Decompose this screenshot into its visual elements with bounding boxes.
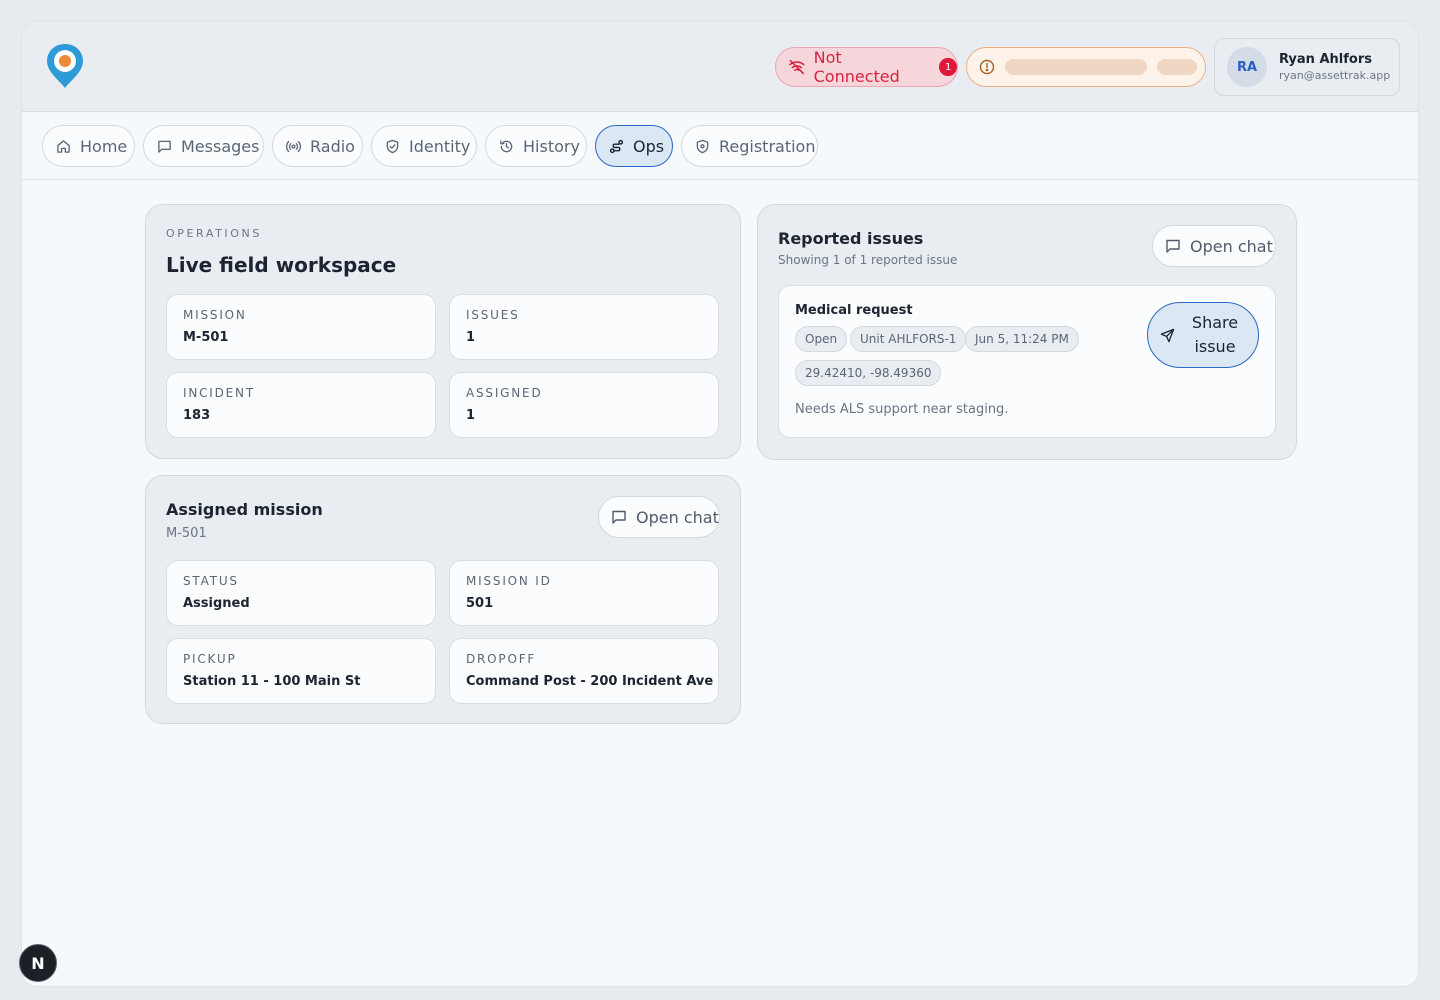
message-icon xyxy=(158,140,171,153)
stat-mission: MISSION M-501 xyxy=(166,294,436,360)
issues-open-chat-button[interactable]: Open chat xyxy=(1152,225,1276,267)
loading-skeleton-bar xyxy=(1005,59,1147,75)
message-icon xyxy=(612,510,626,524)
issue-title: Medical request xyxy=(795,303,913,318)
tab-messages[interactable]: Messages xyxy=(143,125,264,167)
stat-label: PICKUP xyxy=(183,652,237,666)
stat-mission-id: MISSION ID 501 xyxy=(449,560,719,626)
reported-issues-card: Reported issues Showing 1 of 1 reported … xyxy=(757,204,1297,460)
tab-history[interactable]: History xyxy=(485,125,587,167)
share-issue-label: Share issue xyxy=(1191,313,1239,356)
stat-label: STATUS xyxy=(183,574,239,588)
wifi-off-icon xyxy=(789,59,805,75)
tab-registration-label: Registration xyxy=(719,136,816,156)
shield-check-icon xyxy=(386,139,399,153)
route-icon xyxy=(609,139,624,153)
connection-status-badge[interactable]: Not Connected 1 xyxy=(775,47,958,87)
home-icon xyxy=(57,139,70,153)
stat-label: ASSIGNED xyxy=(466,386,543,400)
main-nav-tabs: Home Messages Radio Identity History Ops… xyxy=(22,113,1418,180)
connection-count-badge: 1 xyxy=(939,58,958,76)
stat-value: 183 xyxy=(183,408,211,423)
reported-issues-subtitle: Showing 1 of 1 reported issue xyxy=(778,253,958,267)
assigned-mission-subtitle: M-501 xyxy=(166,526,207,541)
issue-item[interactable]: Medical request Open Unit AHLFORS-1 Jun … xyxy=(778,285,1276,438)
tab-radio[interactable]: Radio xyxy=(272,125,363,167)
open-chat-label: Open chat xyxy=(636,507,719,527)
issue-unit-chip: Unit AHLFORS-1 xyxy=(850,326,967,352)
stat-dropoff: DROPOFF Command Post - 200 Incident Ave xyxy=(449,638,719,704)
user-info: Ryan Ahlfors ryan@assettrak.app xyxy=(1279,52,1390,82)
open-chat-label: Open chat xyxy=(1190,236,1273,256)
history-icon xyxy=(500,139,513,152)
reported-issues-title: Reported issues xyxy=(778,229,924,248)
share-issue-button[interactable]: Share issue xyxy=(1147,302,1259,368)
loading-skeleton-chip xyxy=(1157,59,1197,75)
stat-issues: ISSUES 1 xyxy=(449,294,719,360)
stat-pickup: PICKUP Station 11 - 100 Main St xyxy=(166,638,436,704)
user-email: ryan@assettrak.app xyxy=(1279,69,1391,82)
message-icon xyxy=(1166,239,1180,253)
stat-assigned: ASSIGNED 1 xyxy=(449,372,719,438)
avatar: RA xyxy=(1227,47,1267,87)
user-name: Ryan Ahlfors xyxy=(1279,52,1372,67)
connection-status-label: Not Connected xyxy=(813,48,900,86)
stat-value: M-501 xyxy=(183,330,229,345)
stat-value: Assigned xyxy=(183,596,250,611)
app-window: Not Connected 1 RA Ryan Ahlfors ryan@ass… xyxy=(21,21,1419,987)
tab-registration[interactable]: Registration xyxy=(681,125,818,167)
tab-home-label: Home xyxy=(80,136,128,156)
operations-card: OPERATIONS Live field workspace MISSION … xyxy=(145,204,741,459)
stat-value: Station 11 - 100 Main St xyxy=(183,674,361,689)
assigned-mission-card: Assigned mission M-501 Open chat STATUS … xyxy=(145,475,741,724)
tab-ops-label: Ops xyxy=(633,136,665,156)
issue-coords-chip: 29.42410, -98.49360 xyxy=(795,360,942,386)
stat-value: 1 xyxy=(466,330,476,345)
stat-status: STATUS Assigned xyxy=(166,560,436,626)
tab-radio-label: Radio xyxy=(310,136,355,156)
loading-alert-pill[interactable] xyxy=(966,47,1206,87)
stat-label: INCIDENT xyxy=(183,386,255,400)
top-header: Not Connected 1 RA Ryan Ahlfors ryan@ass… xyxy=(22,22,1418,112)
alert-circle-icon xyxy=(979,59,995,75)
stat-incident: INCIDENT 183 xyxy=(166,372,436,438)
stat-label: MISSION ID xyxy=(466,574,552,588)
user-profile-card[interactable]: RA Ryan Ahlfors ryan@assettrak.app xyxy=(1214,38,1400,96)
tab-messages-label: Messages xyxy=(181,136,260,156)
stat-label: DROPOFF xyxy=(466,652,537,666)
operations-title: Live field workspace xyxy=(166,253,397,277)
tab-identity-label: Identity xyxy=(409,136,471,156)
shield-plus-icon xyxy=(696,139,709,153)
issue-description: Needs ALS support near staging. xyxy=(795,402,1009,417)
app-logo-icon[interactable] xyxy=(45,42,85,90)
assigned-mission-title: Assigned mission xyxy=(166,500,323,519)
send-icon xyxy=(1160,328,1175,342)
issue-time-chip: Jun 5, 11:24 PM xyxy=(965,326,1079,352)
issue-status-chip: Open xyxy=(795,326,848,352)
mission-open-chat-button[interactable]: Open chat xyxy=(598,496,720,538)
stat-value: 501 xyxy=(466,596,494,611)
radio-icon xyxy=(286,140,301,152)
tab-home[interactable]: Home xyxy=(42,125,135,167)
stat-value: 1 xyxy=(466,408,476,423)
tab-identity[interactable]: Identity xyxy=(371,125,477,167)
dev-tools-badge[interactable]: N xyxy=(19,944,57,982)
stat-label: MISSION xyxy=(183,308,247,322)
operations-eyebrow: OPERATIONS xyxy=(166,227,262,240)
stat-label: ISSUES xyxy=(466,308,520,322)
stat-value: Command Post - 200 Incident Ave xyxy=(466,674,714,689)
tab-ops[interactable]: Ops xyxy=(595,125,673,167)
tab-history-label: History xyxy=(523,136,580,156)
